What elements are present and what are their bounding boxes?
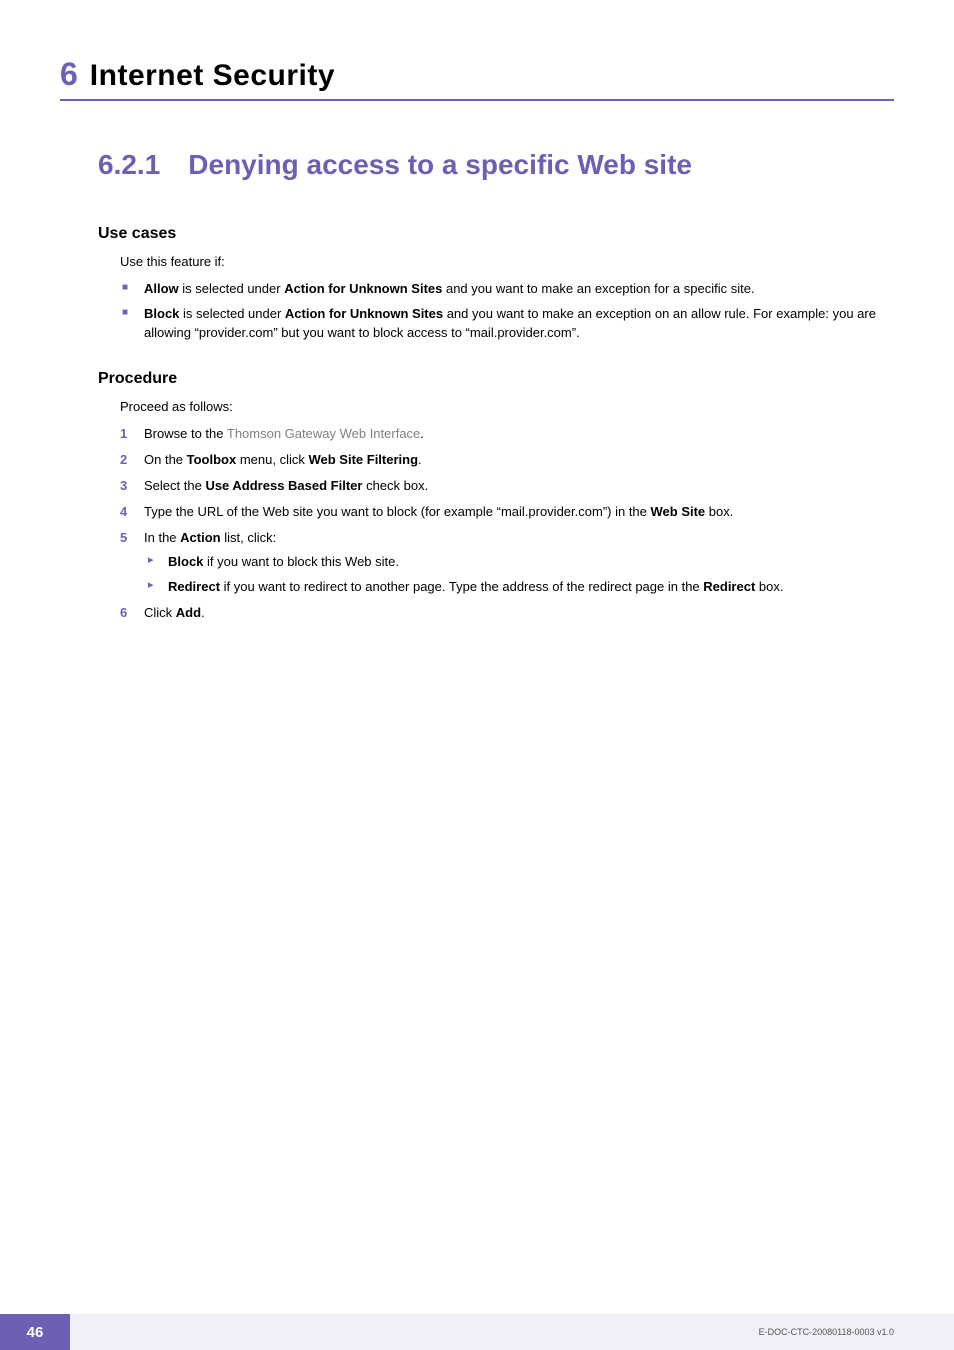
text: Click <box>144 605 176 620</box>
doc-reference: E-DOC-CTC-20080118-0003 v1.0 <box>70 1314 954 1350</box>
chapter-title: Internet Security <box>90 59 335 93</box>
text: Browse to the <box>144 426 227 441</box>
text: menu, click <box>236 452 308 467</box>
page-footer: 46 E-DOC-CTC-20080118-0003 v1.0 <box>0 1314 954 1350</box>
bold-text: Action <box>180 530 220 545</box>
text: list, click: <box>221 530 277 545</box>
page-number: 46 <box>0 1314 70 1350</box>
sub-item: Redirect if you want to redirect to anot… <box>144 578 894 597</box>
text: On the <box>144 452 187 467</box>
text: . <box>418 452 422 467</box>
text: box. <box>705 504 733 519</box>
text: box. <box>755 579 783 594</box>
step-number: 4 <box>120 503 127 522</box>
text: is selected under <box>179 306 285 321</box>
step-6: 6 Click Add. <box>120 604 894 623</box>
text: check box. <box>362 478 428 493</box>
step-number: 6 <box>120 604 127 623</box>
section-title: Denying access to a specific Web site <box>188 149 692 181</box>
text: In the <box>144 530 180 545</box>
sub-item: Block if you want to block this Web site… <box>144 553 894 572</box>
sub-list: Block if you want to block this Web site… <box>144 553 894 597</box>
text: and you want to make an exception for a … <box>442 281 754 296</box>
step-number: 2 <box>120 451 127 470</box>
bold-text: Web Site <box>651 504 706 519</box>
bold-text: Block <box>144 306 179 321</box>
link-thomson-gateway[interactable]: Thomson Gateway Web Interface <box>227 426 420 441</box>
step-1: 1 Browse to the Thomson Gateway Web Inte… <box>120 425 894 444</box>
bold-text: Toolbox <box>187 452 237 467</box>
section-number: 6.2.1 <box>98 149 160 181</box>
procedure-list: 1 Browse to the Thomson Gateway Web Inte… <box>120 425 894 623</box>
bold-text: Action for Unknown Sites <box>285 306 443 321</box>
bold-text: Add <box>176 605 201 620</box>
section-heading: 6.2.1 Denying access to a specific Web s… <box>98 149 894 181</box>
text: Type the URL of the Web site you want to… <box>144 504 651 519</box>
bold-text: Redirect <box>168 579 220 594</box>
step-4: 4 Type the URL of the Web site you want … <box>120 503 894 522</box>
bold-text: Allow <box>144 281 179 296</box>
bold-text: Block <box>168 554 203 569</box>
bold-text: Redirect <box>703 579 755 594</box>
text: . <box>201 605 205 620</box>
text: is selected under <box>179 281 285 296</box>
chapter-number: 6 <box>60 56 78 93</box>
bold-text: Web Site Filtering <box>308 452 418 467</box>
bold-text: Action for Unknown Sites <box>284 281 442 296</box>
procedure-intro: Proceed as follows: <box>120 398 894 417</box>
text: . <box>420 426 424 441</box>
step-number: 5 <box>120 529 127 548</box>
step-number: 3 <box>120 477 127 496</box>
list-item: Block is selected under Action for Unkno… <box>120 305 894 343</box>
use-cases-heading: Use cases <box>98 225 894 243</box>
chapter-header: 6 Internet Security <box>60 56 894 101</box>
step-3: 3 Select the Use Address Based Filter ch… <box>120 477 894 496</box>
use-cases-list: Allow is selected under Action for Unkno… <box>120 280 894 343</box>
step-5: 5 In the Action list, click: Block if yo… <box>120 529 894 598</box>
list-item: Allow is selected under Action for Unkno… <box>120 280 894 299</box>
procedure-heading: Procedure <box>98 370 894 388</box>
bold-text: Use Address Based Filter <box>205 478 362 493</box>
procedure-block: Procedure Proceed as follows: 1 Browse t… <box>98 370 894 623</box>
text: Select the <box>144 478 205 493</box>
use-cases-intro: Use this feature if: <box>120 253 894 272</box>
step-2: 2 On the Toolbox menu, click Web Site Fi… <box>120 451 894 470</box>
step-number: 1 <box>120 425 127 444</box>
use-cases-block: Use cases Use this feature if: Allow is … <box>98 225 894 342</box>
text: if you want to block this Web site. <box>203 554 399 569</box>
text: if you want to redirect to another page.… <box>220 579 703 594</box>
